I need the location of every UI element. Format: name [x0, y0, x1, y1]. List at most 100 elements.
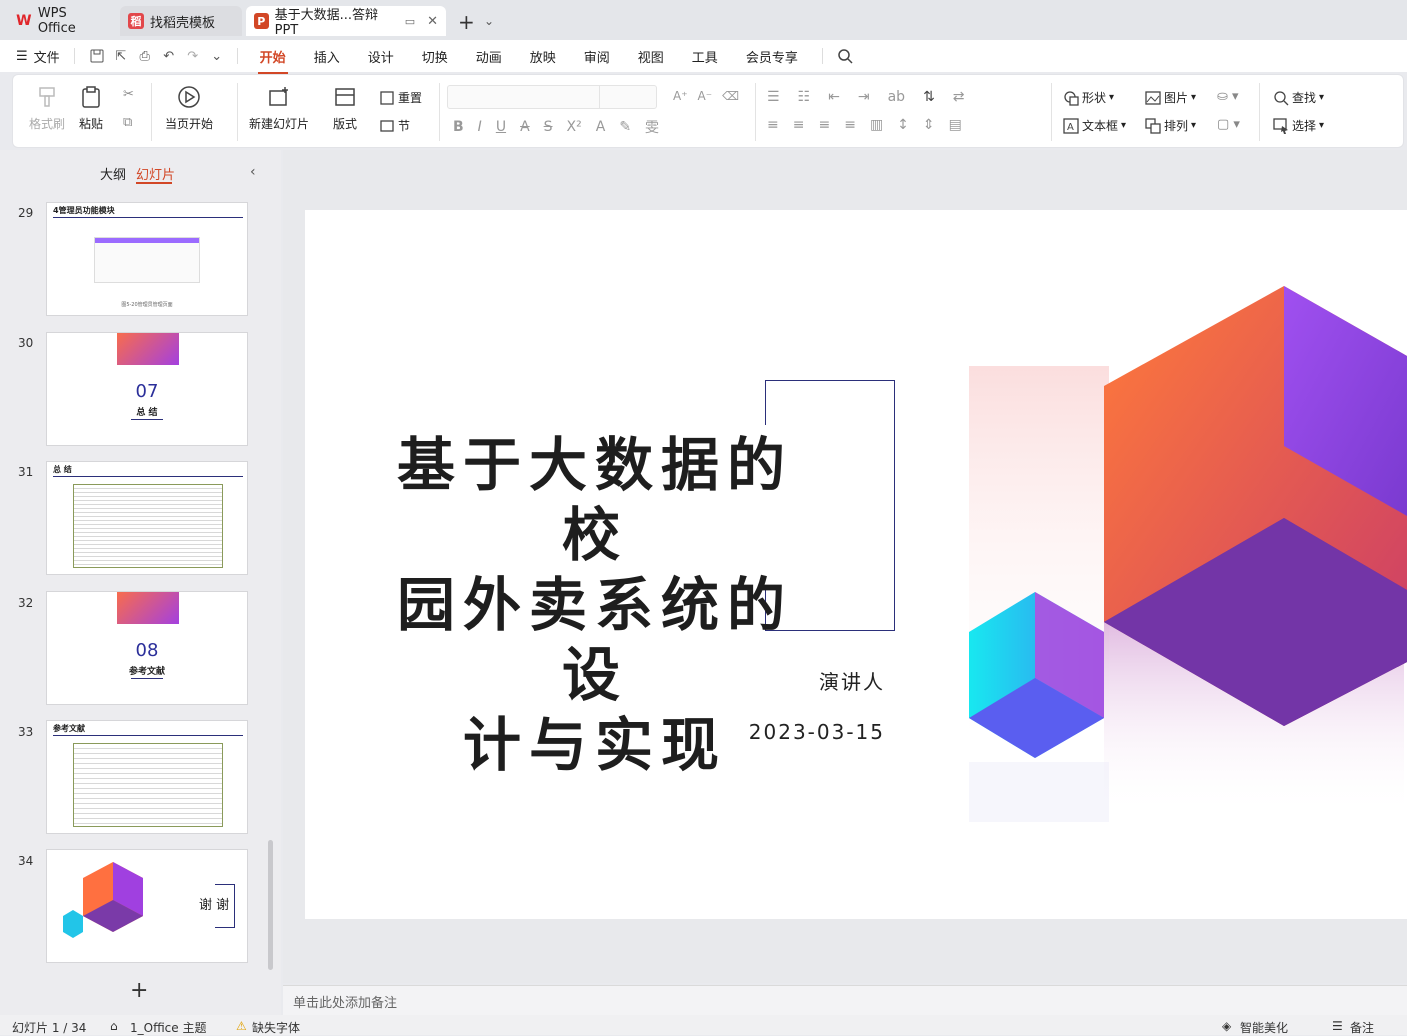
share-icon[interactable]: ⇱ [109, 44, 133, 68]
strikethrough-icon[interactable]: A [520, 119, 530, 135]
line-spacing-icon[interactable]: ↕ [897, 117, 909, 133]
highlight-icon[interactable]: ✎ [619, 119, 631, 135]
menu-bar: ☰ 文件 ⇱ ⎙ ↶ ↷ ⌄ 开始 插入 设计 切换 动画 放映 审阅 视图 工… [0, 40, 1407, 74]
theme-icon: ⌂ [110, 1019, 118, 1033]
textbox-button[interactable]: A 文本框 ▾ [1063, 117, 1126, 134]
select-button[interactable]: 选择 ▾ [1273, 117, 1324, 134]
title-tab-bar: W WPS Office 稻 找稻壳模板 P 基于大数据...答辩PPT ▭ ✕… [0, 0, 1407, 40]
slide-thumbnail-32[interactable]: 08 参考文献 [46, 591, 248, 705]
distribute-icon[interactable]: ▥ [870, 117, 883, 133]
slide-thumbnail-29[interactable]: 4管理员功能模块 图5-20管理员管理页面 [46, 202, 248, 316]
collapse-panel-icon[interactable]: ‹ [250, 164, 256, 180]
slide-canvas: 基于大数据的校 园外卖系统的设 计与实现 演讲人 2023-03-15 [283, 150, 1407, 983]
slide-thumbnail-30[interactable]: 07 总 结 [46, 332, 248, 446]
tab-document[interactable]: P 基于大数据...答辩PPT ▭ ✕ [246, 6, 446, 38]
phonetic-icon[interactable]: 雯 [645, 117, 659, 137]
align-left-icon[interactable]: ≡ [767, 117, 779, 133]
text-direction-icon[interactable]: ab [888, 89, 905, 105]
date-label[interactable]: 2023-03-15 [725, 720, 885, 744]
convert-icon[interactable]: ⇄ [953, 89, 965, 105]
cut-icon[interactable]: ✂ [123, 87, 134, 102]
sort-icon[interactable]: ⇅ [923, 89, 935, 105]
arrange-button[interactable]: 排列 ▾ [1145, 117, 1196, 134]
tab-template[interactable]: 稻 找稻壳模板 [120, 6, 242, 36]
theme-name[interactable]: 1_Office 主题 [130, 1019, 206, 1036]
find-button[interactable]: 查找 ▾ [1273, 89, 1324, 106]
menu-item-home[interactable]: 开始 [246, 47, 300, 74]
italic-icon[interactable]: I [478, 119, 482, 135]
menu-item-transition[interactable]: 切换 [408, 47, 462, 66]
new-tab-icon[interactable]: + [458, 10, 475, 34]
redo-icon[interactable]: ↷ [181, 44, 205, 68]
missing-font[interactable]: 缺失字体 [252, 1019, 300, 1036]
chevron-down-icon[interactable]: ⌄ [484, 14, 494, 28]
chevron-down-icon[interactable]: ⌄ [205, 44, 229, 68]
play-icon [178, 86, 200, 108]
underline-icon[interactable]: U [496, 119, 506, 135]
save-icon[interactable] [85, 44, 109, 68]
menu-item-member[interactable]: 会员专享 [732, 47, 812, 66]
close-tab-icon[interactable]: ✕ [427, 14, 438, 29]
notes-input[interactable]: 单击此处添加备注 [283, 985, 1407, 1015]
slide-thumbnail-34[interactable]: 谢 谢 [46, 849, 248, 963]
scrollbar[interactable] [268, 840, 273, 970]
window-icon[interactable]: ▭ [405, 15, 415, 28]
menu-item-slideshow[interactable]: 放映 [516, 47, 570, 66]
presenter-label[interactable]: 演讲人 [785, 666, 885, 695]
align-right-icon[interactable]: ≡ [818, 117, 830, 133]
justify-icon[interactable]: ≡ [844, 117, 856, 133]
tab-slides[interactable]: 幻灯片 [136, 164, 175, 183]
file-menu[interactable]: ☰ 文件 [16, 47, 60, 66]
from-current-slide-button[interactable]: 当页开始 [165, 85, 213, 132]
menu-item-design[interactable]: 设计 [354, 47, 408, 66]
section-button[interactable]: 节 [379, 117, 410, 134]
outdent-icon[interactable]: ⇤ [828, 89, 840, 105]
indent-icon[interactable]: ⇥ [858, 89, 870, 105]
menu-item-insert[interactable]: 插入 [300, 47, 354, 66]
paragraph-spacing-icon[interactable]: ⇕ [923, 117, 935, 133]
cube-graphic [63, 862, 143, 938]
column-icon[interactable]: ▤ [949, 117, 962, 133]
copy-icon[interactable]: ⧉ [123, 115, 132, 130]
font-color-icon[interactable]: A [596, 119, 606, 135]
reset-button[interactable]: 重置 [379, 89, 422, 106]
cube-graphic [969, 286, 1407, 822]
slide-thumbnail-31[interactable]: 总 结 [46, 461, 248, 575]
shape-button[interactable]: 形状 ▾ [1063, 89, 1114, 106]
menu-item-view[interactable]: 视图 [624, 47, 678, 66]
slide-thumbnail-33[interactable]: 参考文献 [46, 720, 248, 834]
tab-label: 基于大数据...答辩PPT [274, 8, 379, 38]
menu-item-animation[interactable]: 动画 [462, 47, 516, 66]
font-size-controls: A⁺ A⁻ ⌫ [673, 89, 739, 103]
double-strike-icon[interactable]: S [544, 119, 553, 135]
align-center-icon[interactable]: ≡ [793, 117, 805, 133]
menu-item-review[interactable]: 审阅 [570, 47, 624, 66]
layout-button[interactable]: 版式 [333, 85, 357, 132]
decrease-font-icon[interactable]: A⁻ [698, 89, 713, 103]
numbered-list-icon[interactable]: ☷ [798, 89, 811, 105]
outline-icon[interactable]: ▢ ▾ [1217, 117, 1240, 132]
superscript-icon[interactable]: X² [567, 119, 582, 135]
add-slide-button[interactable]: + [130, 978, 148, 1003]
smart-beautify-button[interactable]: 智能美化 [1240, 1019, 1288, 1036]
fill-icon[interactable]: ⛀ ▾ [1217, 89, 1239, 104]
undo-icon[interactable]: ↶ [157, 44, 181, 68]
increase-font-icon[interactable]: A⁺ [673, 89, 688, 103]
picture-button[interactable]: 图片 ▾ [1145, 89, 1196, 106]
notes-icon: ☰ [1332, 1019, 1343, 1033]
print-preview-icon[interactable]: ⎙ [133, 44, 157, 68]
tab-outline[interactable]: 大纲 [100, 164, 126, 183]
slide-number: 33 [18, 725, 34, 739]
font-family-select[interactable] [447, 85, 657, 109]
new-slide-button[interactable]: 新建幻灯片 [249, 85, 309, 132]
clear-format-icon[interactable]: ⌫ [722, 89, 739, 103]
search-icon[interactable] [833, 44, 857, 68]
current-slide[interactable]: 基于大数据的校 园外卖系统的设 计与实现 演讲人 2023-03-15 [305, 210, 1407, 919]
format-painter-button[interactable]: 格式刷 [29, 85, 65, 132]
paste-button[interactable]: 粘贴 [79, 85, 103, 132]
menu-item-tools[interactable]: 工具 [678, 47, 732, 66]
tab-wps-office[interactable]: W WPS Office [8, 6, 116, 36]
bullet-list-icon[interactable]: ☰ [767, 89, 780, 105]
notes-button[interactable]: 备注 [1350, 1019, 1374, 1036]
bold-icon[interactable]: B [453, 119, 464, 135]
